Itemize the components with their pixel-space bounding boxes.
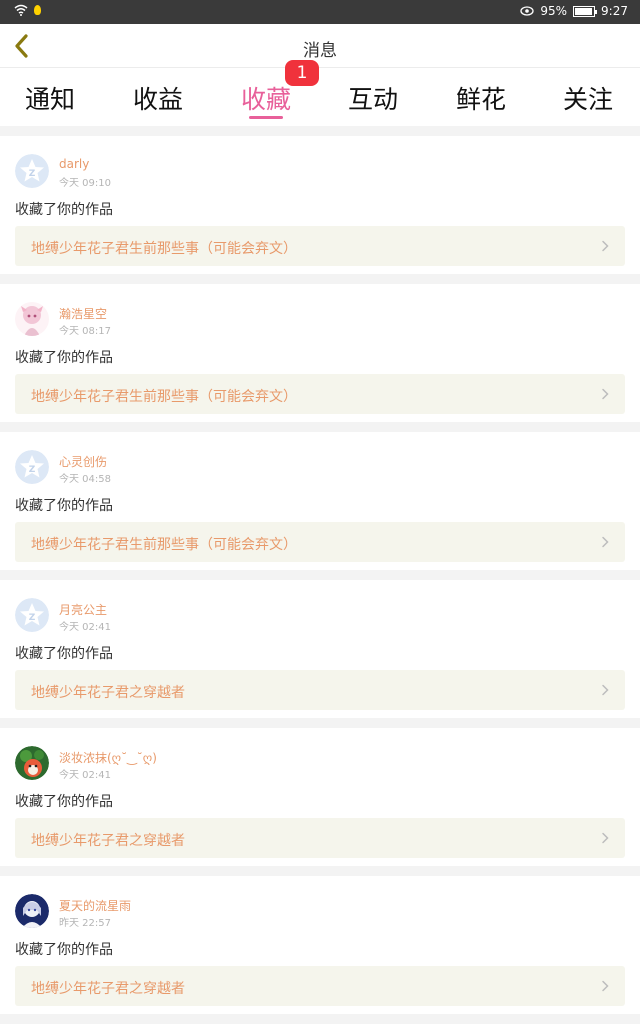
wifi-icon xyxy=(14,4,28,16)
notification-card: Z 心灵创伤今天 04:58 收藏了你的作品地缚少年花子君生前那些事（可能会弃文） xyxy=(0,432,640,570)
svg-text:Z: Z xyxy=(29,613,36,623)
battery-percent: 95% xyxy=(540,4,568,18)
eye-icon xyxy=(520,6,535,16)
notification-card: 瀚浩星空今天 08:17 收藏了你的作品地缚少年花子君生前那些事（可能会弃文） xyxy=(0,284,640,422)
tab-notifications[interactable]: 通知 xyxy=(0,80,100,116)
chevron-right-icon xyxy=(602,240,609,252)
svg-text:Z: Z xyxy=(29,465,36,475)
username[interactable]: 夏天的流星雨 xyxy=(59,897,131,914)
work-title: 地缚少年花子君生前那些事（可能会弃文） xyxy=(31,241,297,257)
action-text: 收藏了你的作品 xyxy=(15,350,113,366)
user-avatar[interactable]: Z xyxy=(15,450,49,484)
svg-text:Z: Z xyxy=(29,169,36,179)
tab-follows[interactable]: 关注 xyxy=(538,80,638,116)
username[interactable]: 月亮公主 xyxy=(59,601,107,618)
clock: 9:27 xyxy=(601,4,628,18)
unread-count-badge: 1 xyxy=(285,60,319,86)
timestamp: 昨天 22:57 xyxy=(59,918,111,929)
timestamp: 今天 02:41 xyxy=(59,770,111,781)
notification-card: Zdarly 今天 09:10 收藏了你的作品地缚少年花子君生前那些事（可能会弃文） xyxy=(0,136,640,274)
notification-bulb-icon xyxy=(34,5,41,15)
notification-card: Z 月亮公主今天 02:41 收藏了你的作品地缚少年花子君之穿越者 xyxy=(0,580,640,718)
timestamp: 今天 02:41 xyxy=(59,622,111,633)
work-link[interactable]: 地缚少年花子君之穿越者 xyxy=(15,966,625,1006)
work-link[interactable]: 地缚少年花子君生前那些事（可能会弃文） xyxy=(15,522,625,562)
timestamp: 今天 04:58 xyxy=(59,474,111,485)
work-title: 地缚少年花子君生前那些事（可能会弃文） xyxy=(31,537,297,553)
action-text: 收藏了你的作品 xyxy=(15,202,113,218)
notification-card: 淡妆浓抹(ღ˘‿˘ღ) 今天 02:41 收藏了你的作品地缚少年花子君之穿越者 xyxy=(0,728,640,866)
battery-icon xyxy=(573,5,598,17)
chevron-right-icon xyxy=(602,832,609,844)
chevron-right-icon xyxy=(602,684,609,696)
tab-interactions[interactable]: 互动 xyxy=(323,80,423,116)
page-title: 消息 xyxy=(303,41,337,61)
action-text: 收藏了你的作品 xyxy=(15,498,113,514)
action-text: 收藏了你的作品 xyxy=(15,794,113,810)
work-title: 地缚少年花子君生前那些事（可能会弃文） xyxy=(31,389,297,405)
work-title: 地缚少年花子君之穿越者 xyxy=(31,685,185,701)
tab-flowers[interactable]: 鲜花 xyxy=(431,80,531,116)
work-link[interactable]: 地缚少年花子君生前那些事（可能会弃文） xyxy=(15,226,625,266)
action-text: 收藏了你的作品 xyxy=(15,646,113,662)
work-title: 地缚少年花子君之穿越者 xyxy=(31,833,185,849)
header: 消息 xyxy=(0,24,640,68)
notification-card: 夏天的流星雨昨天 22:57 收藏了你的作品地缚少年花子君之穿越者 xyxy=(0,876,640,1014)
username[interactable]: 瀚浩星空 xyxy=(59,305,107,322)
username[interactable]: darly xyxy=(59,157,89,171)
timestamp: 今天 08:17 xyxy=(59,326,111,337)
tab-earnings[interactable]: 收益 xyxy=(108,80,208,116)
work-link[interactable]: 地缚少年花子君生前那些事（可能会弃文） xyxy=(15,374,625,414)
work-link[interactable]: 地缚少年花子君之穿越者 xyxy=(15,818,625,858)
timestamp: 今天 09:10 xyxy=(59,178,111,189)
status-bar: 95% 9:27 xyxy=(0,0,640,24)
chevron-right-icon xyxy=(602,536,609,548)
work-title: 地缚少年花子君之穿越者 xyxy=(31,981,185,997)
chevron-right-icon xyxy=(602,388,609,400)
user-avatar[interactable] xyxy=(15,894,49,928)
chevron-right-icon xyxy=(602,980,609,992)
action-text: 收藏了你的作品 xyxy=(15,942,113,958)
user-avatar[interactable] xyxy=(15,302,49,336)
notification-list: Zdarly 今天 09:10 收藏了你的作品 地缚少年花子君生前那些事（可能会弃文）… xyxy=(0,126,640,1024)
tab-bar: 通知 收益 收藏 1 互动 鲜花 关注 xyxy=(0,60,640,126)
username[interactable]: 淡妆浓抹(ღ˘‿˘ღ) xyxy=(59,749,157,766)
work-link[interactable]: 地缚少年花子君之穿越者 xyxy=(15,670,625,710)
active-tab-indicator xyxy=(249,116,283,119)
user-avatar[interactable] xyxy=(15,746,49,780)
username[interactable]: 心灵创伤 xyxy=(59,453,107,470)
user-avatar[interactable]: Z xyxy=(15,154,49,188)
user-avatar[interactable]: Z xyxy=(15,598,49,632)
